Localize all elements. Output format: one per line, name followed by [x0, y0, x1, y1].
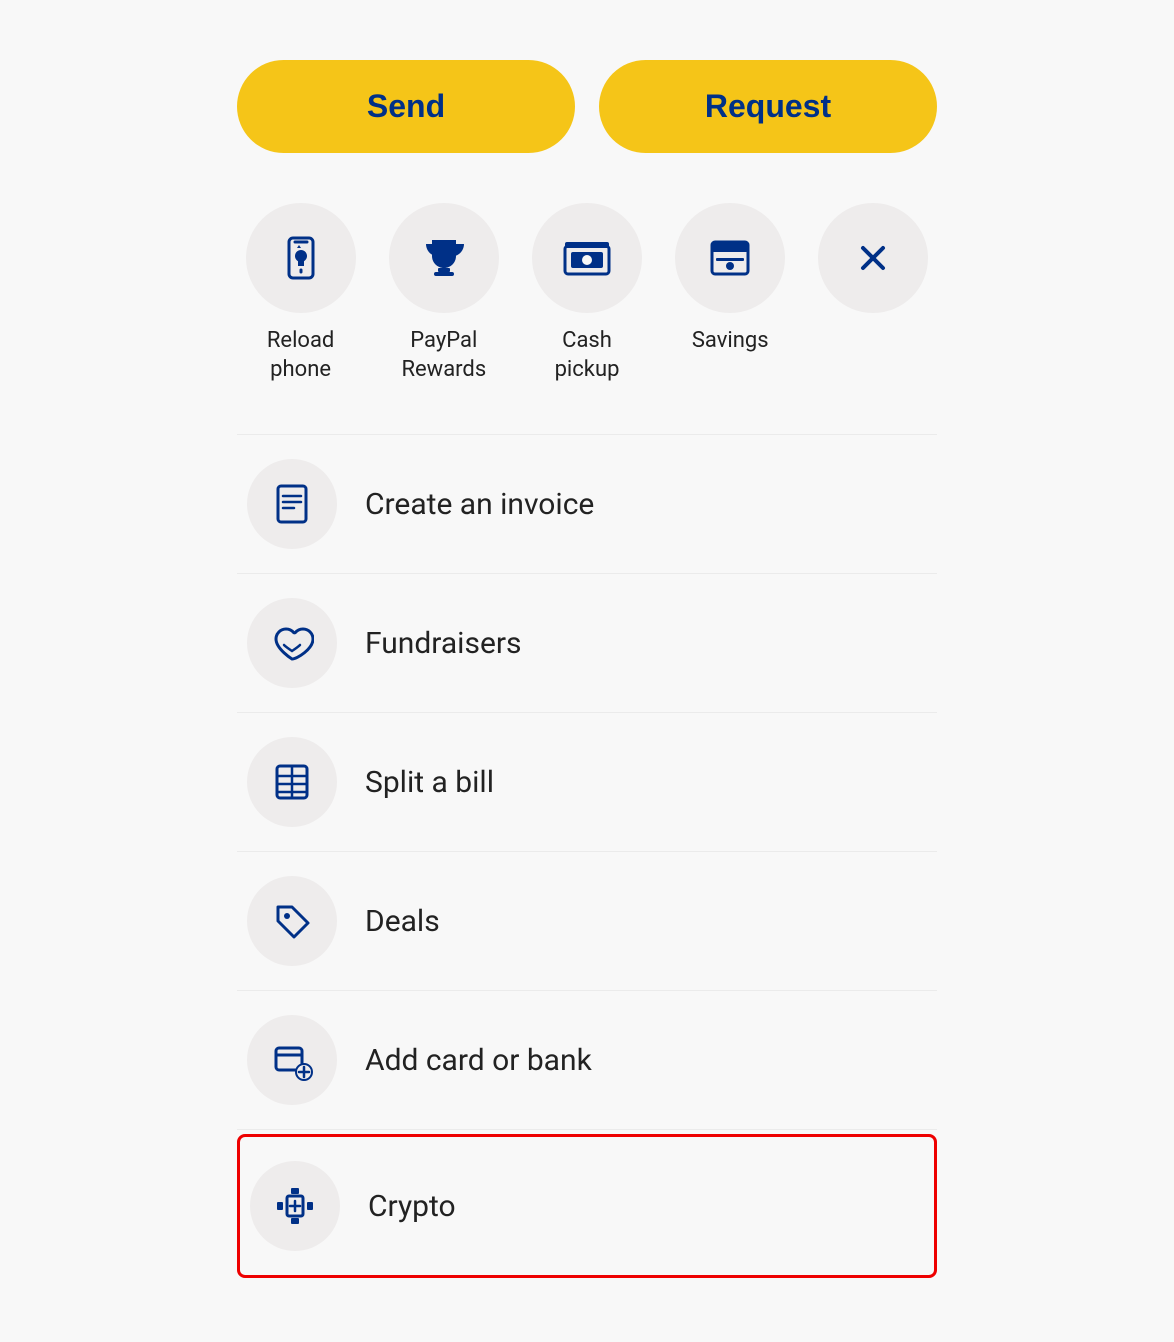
quick-action-reload-phone[interactable]: Reloadphone [237, 203, 364, 384]
fundraisers-label: Fundraisers [365, 626, 522, 661]
add-card-icon-circle [247, 1015, 337, 1105]
request-button[interactable]: Request [599, 60, 937, 153]
deals-icon-circle [247, 876, 337, 966]
list-section: Create an invoice Fundraisers [237, 434, 937, 1282]
cash-pickup-icon [561, 234, 613, 282]
paypal-rewards-label: PayPalRewards [401, 327, 486, 384]
list-item-fundraisers[interactable]: Fundraisers [237, 574, 937, 713]
split-bill-icon [270, 760, 314, 804]
reload-phone-label: Reloadphone [267, 327, 335, 384]
list-item-crypto[interactable]: Crypto [237, 1134, 937, 1278]
add-card-icon [270, 1038, 314, 1082]
send-button[interactable]: Send [237, 60, 575, 153]
close-icon [853, 238, 893, 278]
fundraisers-icon-circle [247, 598, 337, 688]
split-bill-label: Split a bill [365, 765, 494, 800]
reload-phone-icon [277, 234, 325, 282]
close-circle [818, 203, 928, 313]
savings-circle [675, 203, 785, 313]
cash-pickup-label: Cashpickup [555, 327, 620, 384]
crypto-icon-circle [250, 1161, 340, 1251]
deals-icon [270, 899, 314, 943]
add-card-bank-label: Add card or bank [365, 1043, 592, 1078]
savings-label: Savings [692, 327, 769, 356]
reload-phone-circle [246, 203, 356, 313]
quick-action-close[interactable] [810, 203, 937, 313]
cash-pickup-circle [532, 203, 642, 313]
list-item-split-bill[interactable]: Split a bill [237, 713, 937, 852]
quick-actions-row: Reloadphone PayPalRewards [237, 203, 937, 384]
deals-label: Deals [365, 904, 440, 939]
paypal-rewards-circle [389, 203, 499, 313]
invoice-icon [270, 482, 314, 526]
quick-action-paypal-rewards[interactable]: PayPalRewards [380, 203, 507, 384]
invoice-icon-circle [247, 459, 337, 549]
fundraisers-icon [270, 621, 314, 665]
list-item-create-invoice[interactable]: Create an invoice [237, 434, 937, 574]
list-item-add-card-bank[interactable]: Add card or bank [237, 991, 937, 1130]
quick-action-cash-pickup[interactable]: Cashpickup [523, 203, 650, 384]
crypto-label: Crypto [368, 1189, 456, 1224]
main-container: Send Request Reloadphone [237, 60, 937, 1282]
crypto-icon [273, 1184, 317, 1228]
quick-action-savings[interactable]: Savings [667, 203, 794, 356]
savings-icon [706, 234, 754, 282]
list-item-deals[interactable]: Deals [237, 852, 937, 991]
create-invoice-label: Create an invoice [365, 487, 594, 522]
split-bill-icon-circle [247, 737, 337, 827]
top-buttons: Send Request [237, 60, 937, 153]
trophy-icon [420, 234, 468, 282]
